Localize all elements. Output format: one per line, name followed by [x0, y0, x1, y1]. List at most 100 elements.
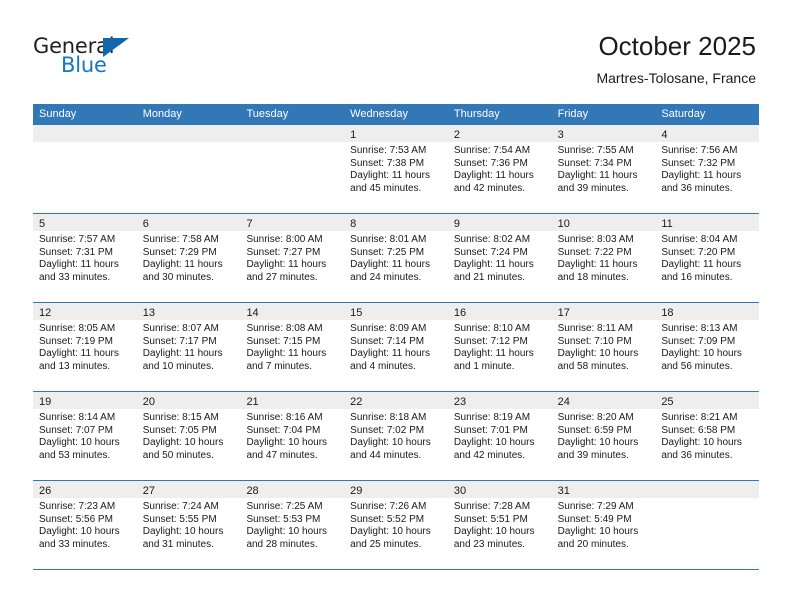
day-detail-line: Sunrise: 7:25 AM	[246, 501, 323, 512]
calendar-day-cell[interactable]: 27 Sunrise: 7:24 AM Sunset: 5:55 PM Dayligh…	[136, 481, 241, 569]
day-detail-line: Sunset: 7:27 PM	[246, 246, 321, 258]
day-detail-line: Sunrise: 8:04 AM	[661, 234, 738, 245]
calendar-day-cell[interactable]: 26 Sunrise: 7:23 AM Sunset: 5:56 PM Dayligh…	[33, 481, 137, 569]
calendar-day-cell[interactable]: 29 Sunrise: 7:26 AM Sunset: 5:52 PM Dayligh…	[344, 481, 448, 569]
day-details: Sunrise: 7:53 AM Sunset: 7:38 PM Daylight:…	[344, 142, 448, 195]
day-detail-line: Daylight: 11 hours	[661, 259, 742, 271]
day-details: Sunrise: 7:29 AM Sunset: 5:49 PM Daylight:…	[552, 498, 656, 551]
day-detail-line: Sunrise: 7:28 AM	[453, 501, 531, 512]
calendar-day-cell[interactable]: 28 Sunrise: 7:25 AM Sunset: 5:53 PM Dayligh…	[240, 481, 345, 569]
calendar-day-cell[interactable]: 24 Sunrise: 8:20 AM Sunset: 6:59 PM Dayligh…	[551, 392, 656, 480]
day-number: 14	[246, 307, 259, 319]
day-number-strip: 1	[344, 125, 448, 142]
calendar-day-cell[interactable]: 3 Sunrise: 7:55 AM Sunset: 7:34 PM Daylight…	[551, 125, 656, 213]
calendar-day-cell[interactable]: 6 Sunrise: 7:58 AM Sunset: 7:29 PM Daylight…	[136, 214, 241, 302]
day-detail-line: Daylight: 11 hours	[350, 170, 431, 182]
day-detail-line: Sunrise: 8:08 AM	[246, 323, 323, 334]
calendar-day-cell[interactable]: 10 Sunrise: 8:03 AM Sunset: 7:22 PM Dayligh…	[551, 214, 656, 302]
calendar-day-cell[interactable]: 19 Sunrise: 8:14 AM Sunset: 7:07 PM Dayligh…	[33, 392, 137, 480]
day-number-strip: 21	[240, 392, 345, 409]
day-detail-line: Sunset: 7:29 PM	[142, 246, 217, 258]
calendar-day-cell[interactable]: 13 Sunrise: 8:07 AM Sunset: 7:17 PM Dayligh…	[136, 303, 241, 391]
day-detail-line: Sunset: 7:14 PM	[350, 335, 425, 347]
day-detail-line: Sunrise: 7:55 AM	[557, 145, 634, 156]
day-detail-line: Sunset: 5:56 PM	[39, 513, 113, 525]
day-detail-line: and 44 minutes.	[350, 449, 422, 461]
calendar-day-cell[interactable]: 22 Sunrise: 8:18 AM Sunset: 7:02 PM Dayligh…	[344, 392, 448, 480]
day-details: Sunrise: 8:04 AM Sunset: 7:20 PM Daylight:…	[655, 231, 759, 284]
day-detail-line: Daylight: 10 hours	[350, 526, 431, 538]
day-detail-line: Daylight: 10 hours	[39, 526, 120, 538]
calendar-week-row: 19 Sunrise: 8:14 AM Sunset: 7:07 PM Dayligh…	[33, 392, 760, 481]
day-details: Sunrise: 8:03 AM Sunset: 7:22 PM Daylight:…	[552, 231, 656, 284]
day-number-strip: 9	[447, 214, 552, 231]
calendar-day-cell[interactable]: 1 Sunrise: 7:53 AM Sunset: 7:38 PM Daylight…	[344, 125, 448, 213]
day-detail-line: and 36 minutes.	[661, 182, 733, 194]
day-detail-line: and 53 minutes.	[39, 449, 111, 461]
day-detail-line: and 30 minutes.	[142, 271, 214, 283]
day-number-strip: 6	[136, 214, 241, 231]
day-number: 8	[350, 218, 357, 230]
day-detail-line: and 4 minutes.	[350, 360, 416, 372]
day-detail-line: Sunrise: 7:23 AM	[39, 501, 116, 512]
calendar-day-cell[interactable]: 16 Sunrise: 8:10 AM Sunset: 7:12 PM Dayligh…	[447, 303, 552, 391]
day-detail-line: Sunrise: 8:00 AM	[246, 234, 323, 245]
day-detail-line: Sunset: 7:17 PM	[142, 335, 217, 347]
calendar-day-cell[interactable]: 14 Sunrise: 8:08 AM Sunset: 7:15 PM Dayligh…	[240, 303, 345, 391]
day-detail-line: Sunset: 5:49 PM	[557, 513, 632, 525]
day-detail-line: Sunset: 7:20 PM	[661, 246, 736, 258]
calendar-day-cell[interactable]: 23 Sunrise: 8:19 AM Sunset: 7:01 PM Dayligh…	[447, 392, 552, 480]
day-detail-line: and 25 minutes.	[350, 538, 422, 550]
page-title: October 2025	[598, 31, 756, 61]
calendar-day-cell[interactable]: 25 Sunrise: 8:21 AM Sunset: 6:58 PM Dayligh…	[655, 392, 760, 480]
day-number: 11	[661, 218, 673, 230]
calendar-day-cell[interactable]: 5 Sunrise: 7:57 AM Sunset: 7:31 PM Daylight…	[33, 214, 137, 302]
day-detail-line: Daylight: 10 hours	[142, 437, 224, 449]
day-detail-line: Daylight: 10 hours	[661, 348, 742, 360]
calendar-grid: Sunday Monday Tuesday Wednesday Thursday Frid…	[33, 104, 760, 570]
calendar-day-cell[interactable]: 2 Sunrise: 7:54 AM Sunset: 7:36 PM Daylight…	[447, 125, 552, 213]
day-number: 30	[453, 485, 467, 497]
day-number: 26	[39, 485, 52, 497]
day-number: 21	[246, 396, 259, 408]
day-detail-line: Sunrise: 7:53 AM	[350, 145, 427, 156]
day-detail-line: Sunset: 7:10 PM	[557, 335, 632, 347]
day-details: Sunrise: 7:25 AM Sunset: 5:53 PM Daylight:…	[240, 498, 344, 551]
calendar-day-cell-empty	[136, 125, 241, 213]
calendar-day-cell[interactable]: 8 Sunrise: 8:01 AM Sunset: 7:25 PM Daylight…	[344, 214, 448, 302]
calendar-day-cell[interactable]: 11 Sunrise: 8:04 AM Sunset: 7:20 PM Dayligh…	[655, 214, 760, 302]
calendar-day-cell[interactable]: 30 Sunrise: 7:28 AM Sunset: 5:51 PM Dayligh…	[447, 481, 552, 569]
day-detail-line: Sunrise: 8:21 AM	[661, 412, 738, 423]
day-number-strip: 25	[655, 392, 760, 409]
day-number-strip: 7	[240, 214, 345, 231]
calendar-day-cell[interactable]: 20 Sunrise: 8:15 AM Sunset: 7:05 PM Dayligh…	[136, 392, 241, 480]
day-detail-line: Daylight: 10 hours	[453, 526, 535, 538]
calendar-day-cell[interactable]: 31 Sunrise: 7:29 AM Sunset: 5:49 PM Dayligh…	[551, 481, 656, 569]
day-details: Sunrise: 8:21 AM Sunset: 6:58 PM Daylight:…	[655, 409, 759, 462]
day-detail-line: and 45 minutes.	[350, 182, 422, 194]
day-detail-line: Daylight: 11 hours	[453, 259, 534, 271]
calendar-day-cell[interactable]: 15 Sunrise: 8:09 AM Sunset: 7:14 PM Dayligh…	[344, 303, 448, 391]
calendar-page: General Blue October 2025 Martres-Tolosa…	[0, 0, 792, 612]
day-detail-line: and 31 minutes.	[142, 538, 214, 550]
calendar-day-cell[interactable]: 7 Sunrise: 8:00 AM Sunset: 7:27 PM Daylight…	[240, 214, 345, 302]
day-detail-line: and 13 minutes.	[39, 360, 111, 372]
day-number: 17	[557, 307, 570, 319]
day-details	[33, 142, 137, 145]
day-detail-line: Sunset: 7:22 PM	[557, 246, 632, 258]
calendar-day-cell[interactable]: 4 Sunrise: 7:56 AM Sunset: 7:32 PM Daylight…	[655, 125, 760, 213]
day-detail-line: and 36 minutes.	[661, 449, 733, 461]
calendar-day-cell[interactable]: 18 Sunrise: 8:13 AM Sunset: 7:09 PM Dayligh…	[655, 303, 760, 391]
day-number-strip	[240, 125, 345, 142]
day-detail-line: and 28 minutes.	[246, 538, 318, 550]
calendar-day-cell[interactable]: 21 Sunrise: 8:16 AM Sunset: 7:04 PM Dayligh…	[240, 392, 345, 480]
day-details: Sunrise: 7:57 AM Sunset: 7:31 PM Daylight:…	[33, 231, 137, 284]
calendar-day-cell[interactable]: 17 Sunrise: 8:11 AM Sunset: 7:10 PM Dayligh…	[551, 303, 656, 391]
calendar-week-row: 12 Sunrise: 8:05 AM Sunset: 7:19 PM Dayligh…	[33, 303, 760, 392]
calendar-day-cell[interactable]: 9 Sunrise: 8:02 AM Sunset: 7:24 PM Daylight…	[447, 214, 552, 302]
day-detail-line: and 23 minutes.	[453, 538, 526, 550]
weekday-header-thursday: Thursday	[453, 108, 500, 120]
day-number: 27	[142, 485, 155, 497]
weekday-header-friday: Friday	[557, 108, 589, 120]
calendar-day-cell[interactable]: 12 Sunrise: 8:05 AM Sunset: 7:19 PM Dayligh…	[33, 303, 137, 391]
